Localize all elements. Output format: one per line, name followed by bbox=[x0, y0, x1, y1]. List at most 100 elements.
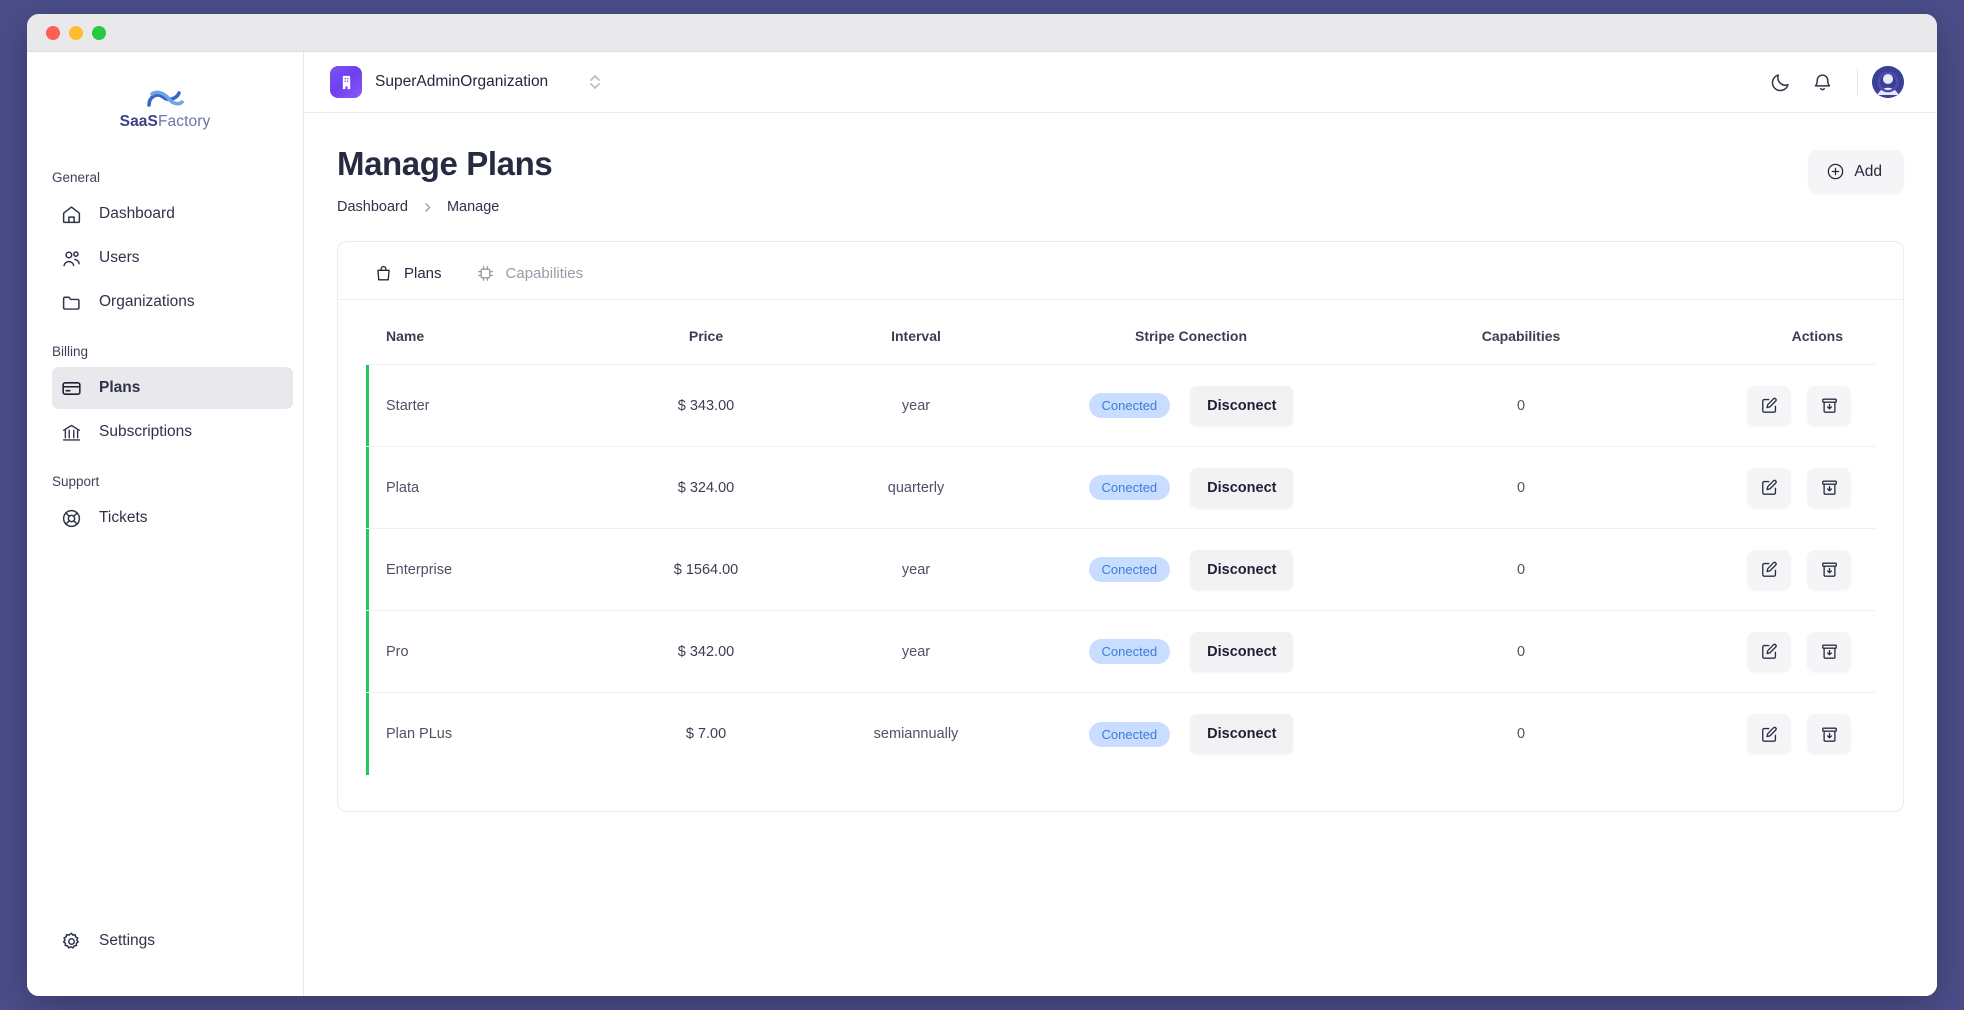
archive-plan-button[interactable] bbox=[1807, 467, 1851, 508]
disconnect-button[interactable]: Disconect bbox=[1190, 467, 1294, 508]
status-badge: Conected bbox=[1088, 721, 1171, 747]
sidebar-section-support: Support bbox=[52, 474, 100, 489]
cell-capabilities: 0 bbox=[1516, 479, 1526, 496]
sidebar-item-dashboard[interactable]: Dashboard bbox=[52, 193, 293, 235]
plan-name-text: Starter bbox=[386, 397, 430, 414]
disconnect-button[interactable]: Disconect bbox=[1190, 385, 1294, 426]
plan-name-text: Enterprise bbox=[386, 561, 453, 578]
archive-plan-button[interactable] bbox=[1807, 631, 1851, 672]
add-button-label: Add bbox=[1854, 162, 1882, 180]
sidebar-item-settings[interactable]: Settings bbox=[52, 920, 293, 962]
row-accent-bar bbox=[366, 693, 369, 775]
cell-plan-name: Plan PLus bbox=[366, 693, 606, 775]
sidebar-item-plans[interactable]: Plans bbox=[52, 367, 293, 409]
cell-actions bbox=[1686, 365, 1875, 447]
theme-toggle-button[interactable] bbox=[1759, 61, 1801, 103]
moon-icon bbox=[1770, 72, 1791, 93]
disconnect-button[interactable]: Disconect bbox=[1190, 631, 1294, 672]
sidebar-item-organizations[interactable]: Organizations bbox=[52, 281, 293, 323]
breadcrumb-manage[interactable]: Manage bbox=[447, 199, 499, 215]
tab-capabilities[interactable]: Capabilities bbox=[476, 264, 584, 300]
chevron-up-down-icon[interactable] bbox=[587, 71, 603, 93]
status-badge: Conected bbox=[1088, 393, 1171, 419]
table-row: Plan PLus $ 7.00 semiannually Conected Disco… bbox=[366, 692, 1875, 775]
archive-plan-button[interactable] bbox=[1807, 385, 1851, 426]
sidebar-section-general: General bbox=[52, 170, 101, 185]
sidebar-item-label: Organizations bbox=[99, 293, 195, 310]
app-logo[interactable]: SaaSFactory bbox=[27, 70, 303, 146]
sidebar-item-subscriptions[interactable]: Subscriptions bbox=[52, 411, 293, 453]
topbar-divider bbox=[1857, 69, 1858, 95]
archive-icon bbox=[1820, 642, 1839, 661]
archive-plan-button[interactable] bbox=[1807, 549, 1851, 590]
archive-plan-button[interactable] bbox=[1807, 714, 1851, 755]
minimize-window-button[interactable] bbox=[69, 25, 83, 40]
avatar[interactable] bbox=[1872, 66, 1904, 98]
cell-actions bbox=[1686, 693, 1875, 775]
logo-text-bold: SaaS bbox=[119, 112, 158, 130]
bank-icon bbox=[60, 421, 82, 443]
tab-label: Capabilities bbox=[505, 265, 584, 283]
cell-price: $ 1564.00 bbox=[673, 561, 739, 578]
sidebar: SaaSFactory General Dashboard Users Orga… bbox=[27, 52, 304, 996]
edit-icon bbox=[1760, 725, 1779, 744]
breadcrumb-dashboard[interactable]: Dashboard bbox=[337, 199, 408, 215]
edit-plan-button[interactable] bbox=[1747, 631, 1791, 672]
chip-icon bbox=[476, 264, 495, 283]
table-head: Name Price Interval Stripe Conection Cap… bbox=[366, 300, 1875, 365]
sidebar-section-billing: Billing bbox=[52, 344, 89, 359]
tab-plans[interactable]: Plans bbox=[374, 264, 442, 300]
sidebar-item-label: Tickets bbox=[99, 509, 148, 526]
window-body: SaaSFactory General Dashboard Users Orga… bbox=[27, 52, 1937, 996]
status-badge: Conected bbox=[1088, 557, 1171, 583]
edit-plan-button[interactable] bbox=[1747, 385, 1791, 426]
sidebar-item-users[interactable]: Users bbox=[52, 237, 293, 279]
edit-icon bbox=[1760, 478, 1779, 497]
user-avatar-icon bbox=[1872, 66, 1904, 98]
sidebar-footer: Settings bbox=[27, 920, 303, 996]
disconnect-button[interactable]: Disconect bbox=[1190, 549, 1294, 590]
card-tabs: Plans Capabilities bbox=[338, 242, 1903, 301]
close-window-button[interactable] bbox=[46, 25, 60, 40]
edit-icon bbox=[1760, 560, 1779, 579]
table-row: Starter $ 343.00 year Conected Disconect 0 bbox=[366, 364, 1875, 447]
plans-table-wrap: Name Price Interval Stripe Conection Cap… bbox=[338, 300, 1903, 811]
topbar-actions bbox=[1759, 61, 1904, 103]
cell-stripe-connection: Conected Disconect bbox=[1026, 529, 1356, 611]
archive-icon bbox=[1820, 478, 1839, 497]
row-accent-bar bbox=[366, 611, 369, 693]
sidebar-item-label: Users bbox=[99, 249, 140, 266]
bag-icon bbox=[374, 264, 393, 283]
table-row: Enterprise $ 1564.00 year Conected Disconect… bbox=[366, 528, 1875, 611]
cell-capabilities: 0 bbox=[1516, 397, 1526, 414]
cell-plan-name: Enterprise bbox=[366, 529, 606, 611]
sidebar-item-tickets[interactable]: Tickets bbox=[52, 497, 293, 539]
edit-plan-button[interactable] bbox=[1747, 714, 1791, 755]
archive-icon bbox=[1820, 725, 1839, 744]
disconnect-button[interactable]: Disconect bbox=[1190, 714, 1294, 755]
cell-actions bbox=[1686, 529, 1875, 611]
table-header-row: Name Price Interval Stripe Conection Cap… bbox=[366, 300, 1875, 365]
page-content: Manage Plans Dashboard Manage Add Plans … bbox=[304, 113, 1937, 996]
notifications-button[interactable] bbox=[1801, 61, 1843, 103]
org-switcher[interactable]: SuperAdminOrganization bbox=[330, 66, 603, 98]
page-title: Manage Plans bbox=[337, 145, 553, 182]
cell-plan-name: Pro bbox=[366, 611, 606, 693]
plus-circle-icon bbox=[1826, 162, 1845, 181]
sidebar-item-label: Plans bbox=[99, 379, 141, 396]
edit-plan-button[interactable] bbox=[1747, 467, 1791, 508]
chevron-right-icon bbox=[421, 201, 434, 214]
credit-card-icon bbox=[60, 377, 82, 399]
cell-capabilities: 0 bbox=[1516, 561, 1526, 578]
cell-interval: quarterly bbox=[887, 479, 945, 496]
status-badge: Conected bbox=[1088, 475, 1171, 501]
cell-price: $ 342.00 bbox=[677, 643, 735, 660]
status-badge: Conected bbox=[1088, 639, 1171, 665]
building-icon bbox=[330, 66, 362, 98]
table-row: Pro $ 342.00 year Conected Disconect 0 bbox=[366, 610, 1875, 693]
table-body: Starter $ 343.00 year Conected Disconect 0 Pla… bbox=[366, 364, 1875, 775]
add-button[interactable]: Add bbox=[1808, 150, 1904, 193]
cell-capabilities: 0 bbox=[1516, 726, 1526, 743]
edit-plan-button[interactable] bbox=[1747, 549, 1791, 590]
zoom-window-button[interactable] bbox=[92, 25, 106, 40]
